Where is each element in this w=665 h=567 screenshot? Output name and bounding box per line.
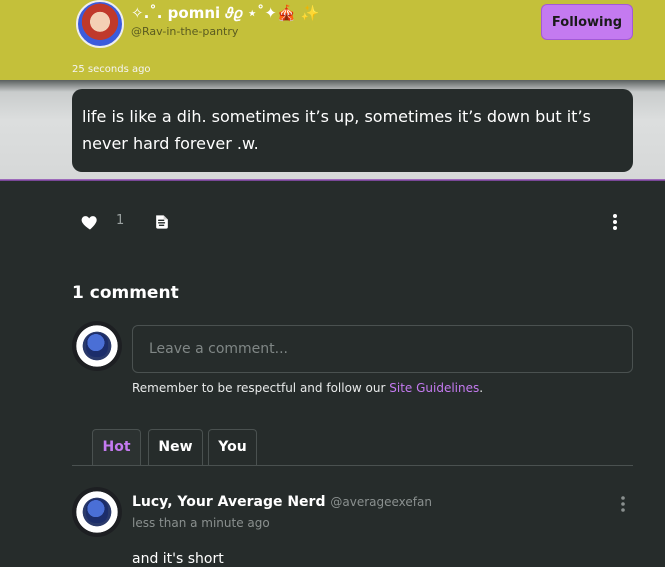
tab-new[interactable]: New (148, 429, 203, 465)
comment-input[interactable] (132, 325, 633, 373)
author-display-name[interactable]: ✧.˚. pomni 𝜗𝜚 ⋆˚✦🎪 ✨ (131, 4, 320, 22)
heart-icon[interactable] (80, 212, 100, 232)
guidelines-text: Remember to be respectful and follow our (132, 381, 390, 395)
post-actions: 1 (80, 210, 640, 234)
guidelines-suffix: . (479, 381, 484, 395)
comment-author[interactable]: Lucy, Your Average Nerd @averageexefan (132, 494, 432, 510)
author-avatar[interactable] (76, 0, 124, 48)
commenter-avatar[interactable] (72, 487, 122, 537)
comment-author-handle[interactable]: @averageexefan (330, 495, 432, 509)
divider (0, 179, 665, 181)
repost-icon[interactable] (152, 212, 172, 232)
comment-timestamp: less than a minute ago (132, 516, 270, 530)
tab-hot[interactable]: Hot (92, 429, 141, 465)
kebab-menu-icon[interactable] (608, 212, 622, 232)
comments-count-heading: 1 comment (72, 283, 179, 303)
post-timestamp: 25 seconds ago (72, 64, 151, 75)
post-text-bubble: life is like a dih. sometimes it’s up, s… (72, 89, 633, 172)
comment-body: and it's short (132, 551, 224, 567)
tab-you[interactable]: You (208, 429, 257, 465)
following-button[interactable]: Following (541, 4, 633, 40)
guidelines-notice: Remember to be respectful and follow our… (132, 381, 483, 395)
like-count: 1 (116, 213, 125, 228)
site-guidelines-link[interactable]: Site Guidelines (389, 381, 479, 395)
current-user-avatar (72, 321, 122, 371)
comment-kebab-menu-icon[interactable] (617, 495, 629, 513)
comment-sort-tabs: Hot New You (72, 429, 633, 466)
author-handle[interactable]: @Rav-in-the-pantry (131, 25, 238, 38)
comment-author-name[interactable]: Lucy, Your Average Nerd (132, 494, 325, 510)
